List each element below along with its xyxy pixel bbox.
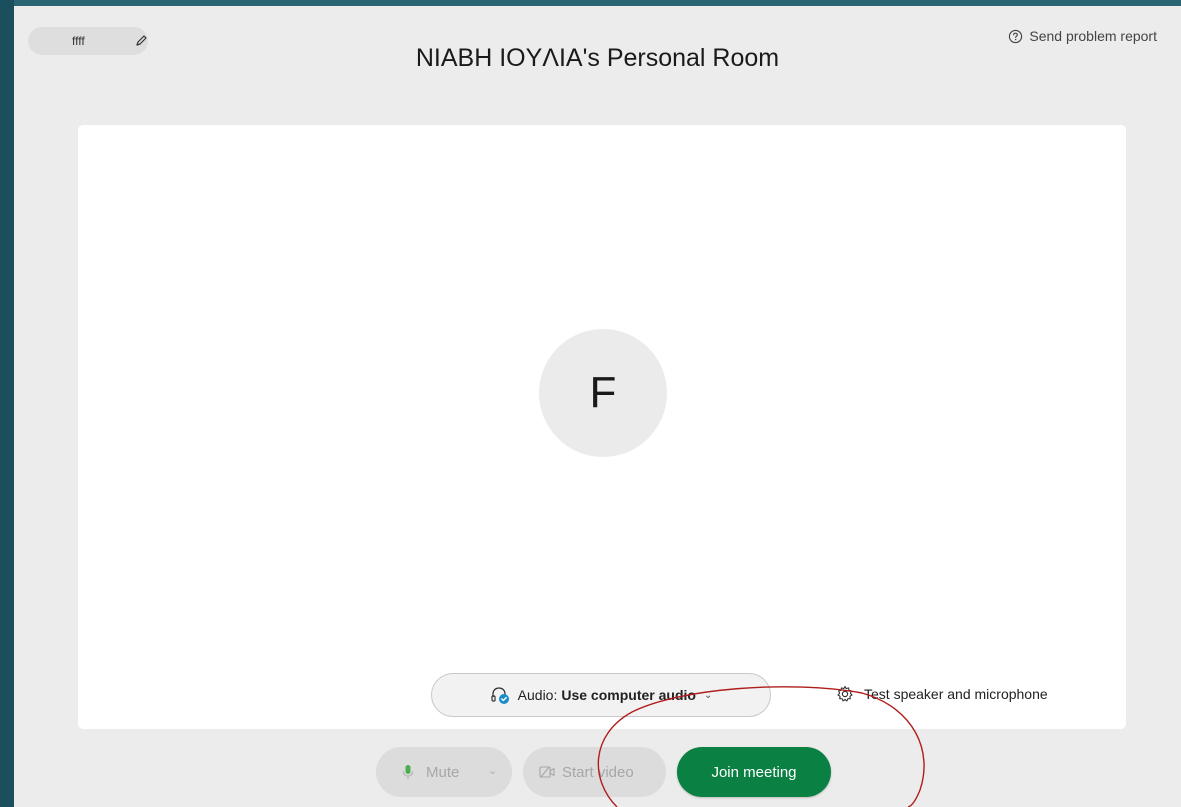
test-speaker-microphone-button[interactable]: Test speaker and microphone [836, 685, 1048, 703]
headset-icon [491, 687, 509, 704]
video-preview-area: F Audio: Use computer audio ⌄ Test speak… [78, 125, 1126, 729]
test-speaker-microphone-label: Test speaker and microphone [864, 686, 1048, 702]
window-frame-left [0, 0, 14, 807]
help-icon [1009, 29, 1023, 43]
camera-icon [539, 766, 555, 778]
gear-icon [837, 685, 853, 702]
audio-label: Audio: [517, 687, 558, 703]
room-title: NIABH IOYΛIA's Personal Room [415, 44, 780, 72]
mute-button[interactable]: Mute ⌄ [376, 747, 512, 797]
start-video-button[interactable]: Start video [523, 747, 666, 797]
join-meeting-button[interactable]: Join meeting [677, 747, 831, 797]
mute-label: Mute [426, 763, 460, 781]
send-problem-report-link[interactable]: Send problem report [1008, 28, 1157, 44]
chevron-down-icon[interactable]: ⌄ [488, 764, 497, 777]
meeting-preview-page: ffff NIABH IOYΛIA's Personal Room Send p… [14, 6, 1181, 807]
microphone-icon [402, 765, 414, 779]
audio-value: Use computer audio [561, 687, 696, 703]
chevron-down-icon: ⌄ [703, 689, 713, 701]
avatar: F [539, 329, 667, 457]
send-problem-report-label: Send problem report [1029, 28, 1157, 44]
audio-option-button[interactable]: Audio: Use computer audio ⌄ [431, 673, 771, 717]
start-video-label: Start video [562, 763, 634, 781]
